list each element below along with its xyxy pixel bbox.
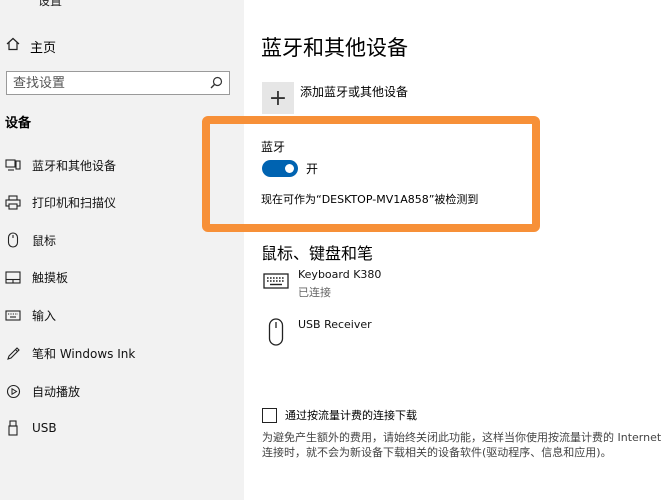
mouse-icon <box>4 232 22 248</box>
plus-icon: + <box>268 85 288 111</box>
discoverable-status: 现在可作为“DESKTOP-MV1A858”被检测到 <box>261 193 479 206</box>
search-box[interactable] <box>6 71 230 95</box>
toggle-knob <box>285 164 294 173</box>
sidebar-item-label: 蓝牙和其他设备 <box>32 158 117 173</box>
pen-icon <box>4 345 22 361</box>
keyboard-icon <box>262 268 290 290</box>
sidebar-item-label: 自动播放 <box>32 384 81 399</box>
sidebar-item-bluetooth[interactable]: 蓝牙和其他设备 <box>0 154 116 176</box>
sidebar-item-label: 打印机和扫描仪 <box>32 195 117 210</box>
bluetooth-devices-icon <box>4 157 22 173</box>
sidebar-item-input[interactable]: 输入 <box>0 304 56 326</box>
section-title-mouse-keyboard-pen: 鼠标、键盘和笔 <box>261 244 374 263</box>
device-keyboard-k380[interactable]: Keyboard K380 已连接 <box>262 268 381 300</box>
sidebar-item-touchpad[interactable]: 触摸板 <box>0 266 68 288</box>
add-device-row[interactable]: + 添加蓝牙或其他设备 <box>262 82 408 114</box>
metered-download-description: 为避免产生额外的费用，请始终关闭此功能，这样当你使用按流量计费的 Interne… <box>262 431 662 459</box>
home-label: 主页 <box>30 40 57 56</box>
sidebar-item-pen[interactable]: 笔和 Windows Ink <box>0 342 135 364</box>
touchpad-icon <box>4 269 22 285</box>
search-icon[interactable] <box>210 74 223 93</box>
mouse-icon <box>262 318 290 346</box>
sidebar-item-label: 输入 <box>32 308 57 323</box>
metered-download-option[interactable]: 通过按流量计费的连接下载 <box>262 407 417 423</box>
bluetooth-toggle-state: 开 <box>306 162 319 176</box>
device-usb-receiver[interactable]: USB Receiver <box>262 318 372 346</box>
sidebar: 设置 主页 设备 蓝牙和其他设备 打印机和扫描仪 鼠标 触摸板 <box>0 0 244 500</box>
metered-download-label[interactable]: 通过按流量计费的连接下载 <box>285 407 417 423</box>
settings-title: 设置 <box>38 0 63 8</box>
section-label-devices: 设备 <box>5 116 32 131</box>
keyboard-icon <box>4 307 22 323</box>
device-status: 已连接 <box>298 286 331 299</box>
home-link[interactable]: 主页 <box>6 36 56 56</box>
sidebar-item-printers[interactable]: 打印机和扫描仪 <box>0 191 116 213</box>
sidebar-item-label: USB <box>32 421 57 435</box>
highlight-annotation-box <box>202 116 540 232</box>
sidebar-item-label: 触摸板 <box>32 270 69 285</box>
autoplay-icon <box>4 383 22 399</box>
bluetooth-label: 蓝牙 <box>261 140 286 154</box>
bluetooth-toggle[interactable] <box>262 160 298 177</box>
sidebar-item-label: 鼠标 <box>32 233 57 248</box>
metered-download-checkbox[interactable] <box>262 407 277 423</box>
printer-icon <box>4 194 22 210</box>
device-name: Keyboard K380 <box>298 268 382 281</box>
sidebar-item-label: 笔和 Windows Ink <box>32 346 136 361</box>
home-icon <box>6 37 20 55</box>
page-title: 蓝牙和其他设备 <box>261 36 408 60</box>
usb-icon <box>4 420 22 436</box>
add-device-label[interactable]: 添加蓝牙或其他设备 <box>300 83 408 100</box>
add-device-button[interactable]: + <box>262 82 294 114</box>
search-input[interactable] <box>13 75 210 91</box>
sidebar-item-usb[interactable]: USB <box>0 417 57 439</box>
main-content: 蓝牙和其他设备 + 添加蓝牙或其他设备 蓝牙 开 现在可作为“DESKTOP-M… <box>202 0 672 500</box>
sidebar-item-mouse[interactable]: 鼠标 <box>0 229 56 251</box>
device-name: USB Receiver <box>298 318 372 331</box>
sidebar-item-autoplay[interactable]: 自动播放 <box>0 380 80 402</box>
